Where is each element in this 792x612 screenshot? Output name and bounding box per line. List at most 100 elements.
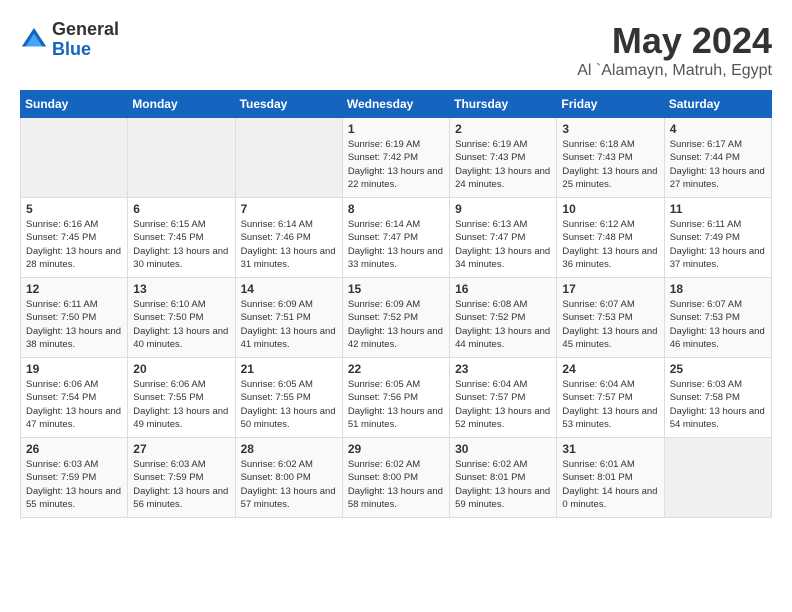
title-block: May 2024 Al `Alamayn, Matruh, Egypt	[577, 20, 772, 80]
calendar-cell: 2 Sunrise: 6:19 AM Sunset: 7:43 PM Daylig…	[450, 118, 557, 198]
logo: General Blue	[20, 20, 119, 60]
calendar-cell: 25Sunrise: 6:03 AM Sunset: 7:58 PM Dayli…	[664, 358, 771, 438]
calendar-body: 1 Sunrise: 6:19 AM Sunset: 7:42 PM Daylig…	[21, 118, 772, 518]
day-number: 31	[562, 442, 658, 456]
header-thursday: Thursday	[450, 91, 557, 118]
day-info: Sunrise: 6:11 AM Sunset: 7:50 PM Dayligh…	[26, 298, 122, 351]
day-number: 3	[562, 122, 658, 136]
day-info: Sunrise: 6:06 AM Sunset: 7:54 PM Dayligh…	[26, 378, 122, 431]
day-info: Sunrise: 6:17 AM Sunset: 7:44 PM Dayligh…	[670, 138, 766, 191]
day-number: 15	[348, 282, 444, 296]
day-number: 4	[670, 122, 766, 136]
day-info: Sunrise: 6:02 AM Sunset: 8:01 PM Dayligh…	[455, 458, 551, 511]
day-info: Sunrise: 6:09 AM Sunset: 7:51 PM Dayligh…	[241, 298, 337, 351]
day-info: Sunrise: 6:03 AM Sunset: 7:59 PM Dayligh…	[133, 458, 229, 511]
day-info: Sunrise: 6:07 AM Sunset: 7:53 PM Dayligh…	[670, 298, 766, 351]
calendar-cell: 20Sunrise: 6:06 AM Sunset: 7:55 PM Dayli…	[128, 358, 235, 438]
day-info: Sunrise: 6:13 AM Sunset: 7:47 PM Dayligh…	[455, 218, 551, 271]
day-info: Sunrise: 6:18 AM Sunset: 7:43 PM Dayligh…	[562, 138, 658, 191]
day-number: 19	[26, 362, 122, 376]
day-info: Sunrise: 6:11 AM Sunset: 7:49 PM Dayligh…	[670, 218, 766, 271]
day-info: Sunrise: 6:01 AM Sunset: 8:01 PM Dayligh…	[562, 458, 658, 511]
header-wednesday: Wednesday	[342, 91, 449, 118]
day-number: 27	[133, 442, 229, 456]
day-number: 16	[455, 282, 551, 296]
day-number: 7	[241, 202, 337, 216]
calendar-table: Sunday Monday Tuesday Wednesday Thursday…	[20, 90, 772, 518]
calendar-cell: 28 Sunrise: 6:02 AM Sunset: 8:00 PM Dayli…	[235, 438, 342, 518]
day-number: 22	[348, 362, 444, 376]
calendar-week-2: 12 Sunrise: 6:11 AM Sunset: 7:50 PM Dayli…	[21, 278, 772, 358]
calendar-cell	[128, 118, 235, 198]
calendar-header: Sunday Monday Tuesday Wednesday Thursday…	[21, 91, 772, 118]
calendar-cell: 29Sunrise: 6:02 AM Sunset: 8:00 PM Dayli…	[342, 438, 449, 518]
day-number: 10	[562, 202, 658, 216]
day-info: Sunrise: 6:05 AM Sunset: 7:56 PM Dayligh…	[348, 378, 444, 431]
day-number: 14	[241, 282, 337, 296]
day-info: Sunrise: 6:15 AM Sunset: 7:45 PM Dayligh…	[133, 218, 229, 271]
calendar-cell: 17 Sunrise: 6:07 AM Sunset: 7:53 PM Dayli…	[557, 278, 664, 358]
calendar-cell: 6 Sunrise: 6:15 AM Sunset: 7:45 PM Daylig…	[128, 198, 235, 278]
day-number: 1	[348, 122, 444, 136]
header-row: Sunday Monday Tuesday Wednesday Thursday…	[21, 91, 772, 118]
calendar-cell: 9Sunrise: 6:13 AM Sunset: 7:47 PM Daylig…	[450, 198, 557, 278]
day-number: 11	[670, 202, 766, 216]
calendar-cell: 22 Sunrise: 6:05 AM Sunset: 7:56 PM Dayli…	[342, 358, 449, 438]
calendar-cell: 15 Sunrise: 6:09 AM Sunset: 7:52 PM Dayli…	[342, 278, 449, 358]
day-info: Sunrise: 6:02 AM Sunset: 8:00 PM Dayligh…	[348, 458, 444, 511]
header-monday: Monday	[128, 91, 235, 118]
day-number: 12	[26, 282, 122, 296]
calendar-cell: 11 Sunrise: 6:11 AM Sunset: 7:49 PM Dayli…	[664, 198, 771, 278]
day-number: 5	[26, 202, 122, 216]
calendar-title: May 2024	[577, 20, 772, 62]
day-number: 26	[26, 442, 122, 456]
header-tuesday: Tuesday	[235, 91, 342, 118]
calendar-cell: 27 Sunrise: 6:03 AM Sunset: 7:59 PM Dayli…	[128, 438, 235, 518]
calendar-cell: 5 Sunrise: 6:16 AM Sunset: 7:45 PM Daylig…	[21, 198, 128, 278]
day-info: Sunrise: 6:04 AM Sunset: 7:57 PM Dayligh…	[455, 378, 551, 431]
day-number: 20	[133, 362, 229, 376]
header-sunday: Sunday	[21, 91, 128, 118]
day-info: Sunrise: 6:19 AM Sunset: 7:43 PM Dayligh…	[455, 138, 551, 191]
day-number: 18	[670, 282, 766, 296]
logo-blue: Blue	[52, 40, 119, 60]
day-number: 25	[670, 362, 766, 376]
day-info: Sunrise: 6:14 AM Sunset: 7:47 PM Dayligh…	[348, 218, 444, 271]
calendar-cell: 13Sunrise: 6:10 AM Sunset: 7:50 PM Dayli…	[128, 278, 235, 358]
day-number: 28	[241, 442, 337, 456]
calendar-cell: 26Sunrise: 6:03 AM Sunset: 7:59 PM Dayli…	[21, 438, 128, 518]
day-number: 6	[133, 202, 229, 216]
calendar-cell: 21 Sunrise: 6:05 AM Sunset: 7:55 PM Dayli…	[235, 358, 342, 438]
day-info: Sunrise: 6:05 AM Sunset: 7:55 PM Dayligh…	[241, 378, 337, 431]
calendar-cell: 1 Sunrise: 6:19 AM Sunset: 7:42 PM Daylig…	[342, 118, 449, 198]
day-info: Sunrise: 6:14 AM Sunset: 7:46 PM Dayligh…	[241, 218, 337, 271]
page-header: General Blue May 2024 Al `Alamayn, Matru…	[20, 20, 772, 80]
day-number: 24	[562, 362, 658, 376]
day-info: Sunrise: 6:19 AM Sunset: 7:42 PM Dayligh…	[348, 138, 444, 191]
calendar-cell: 23 Sunrise: 6:04 AM Sunset: 7:57 PM Dayli…	[450, 358, 557, 438]
day-info: Sunrise: 6:07 AM Sunset: 7:53 PM Dayligh…	[562, 298, 658, 351]
day-number: 2	[455, 122, 551, 136]
calendar-cell: 18 Sunrise: 6:07 AM Sunset: 7:53 PM Dayli…	[664, 278, 771, 358]
calendar-cell	[664, 438, 771, 518]
calendar-cell: 3 Sunrise: 6:18 AM Sunset: 7:43 PM Daylig…	[557, 118, 664, 198]
calendar-cell: 30 Sunrise: 6:02 AM Sunset: 8:01 PM Dayli…	[450, 438, 557, 518]
calendar-cell: 24Sunrise: 6:04 AM Sunset: 7:57 PM Dayli…	[557, 358, 664, 438]
day-number: 17	[562, 282, 658, 296]
calendar-subtitle: Al `Alamayn, Matruh, Egypt	[577, 62, 772, 80]
calendar-cell: 4 Sunrise: 6:17 AM Sunset: 7:44 PM Daylig…	[664, 118, 771, 198]
day-number: 23	[455, 362, 551, 376]
header-friday: Friday	[557, 91, 664, 118]
calendar-cell	[21, 118, 128, 198]
day-number: 30	[455, 442, 551, 456]
day-number: 21	[241, 362, 337, 376]
calendar-cell: 8Sunrise: 6:14 AM Sunset: 7:47 PM Daylig…	[342, 198, 449, 278]
calendar-week-3: 19 Sunrise: 6:06 AM Sunset: 7:54 PM Dayli…	[21, 358, 772, 438]
day-info: Sunrise: 6:16 AM Sunset: 7:45 PM Dayligh…	[26, 218, 122, 271]
calendar-week-1: 5 Sunrise: 6:16 AM Sunset: 7:45 PM Daylig…	[21, 198, 772, 278]
calendar-cell: 19 Sunrise: 6:06 AM Sunset: 7:54 PM Dayli…	[21, 358, 128, 438]
calendar-cell: 31 Sunrise: 6:01 AM Sunset: 8:01 PM Dayli…	[557, 438, 664, 518]
day-info: Sunrise: 6:02 AM Sunset: 8:00 PM Dayligh…	[241, 458, 337, 511]
day-info: Sunrise: 6:09 AM Sunset: 7:52 PM Dayligh…	[348, 298, 444, 351]
logo-general: General	[52, 20, 119, 40]
